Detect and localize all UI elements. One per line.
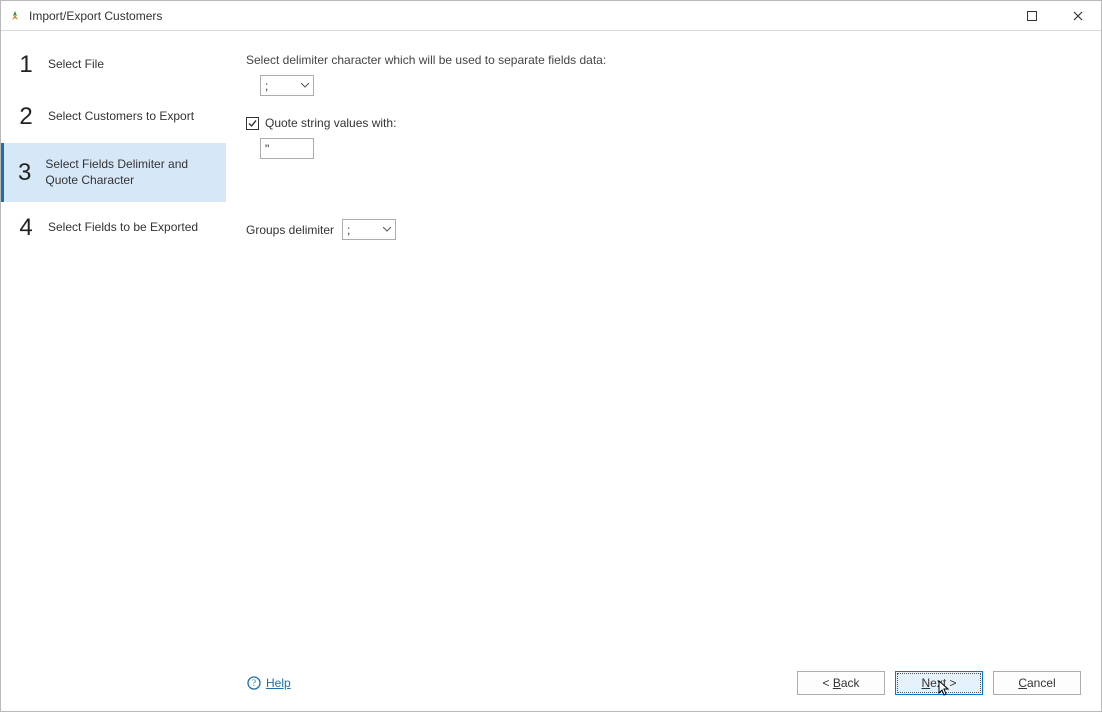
- chevron-down-icon: [378, 220, 395, 239]
- quote-checkbox-label: Quote string values with:: [265, 116, 396, 130]
- delimiter-combobox[interactable]: ;: [260, 75, 314, 96]
- window-title: Import/Export Customers: [29, 9, 162, 23]
- titlebar: Import/Export Customers: [1, 1, 1101, 31]
- step-number: 2: [18, 105, 34, 129]
- groups-delimiter-label: Groups delimiter: [246, 223, 334, 237]
- wizard-step-2[interactable]: 2 Select Customers to Export: [1, 91, 226, 143]
- back-button[interactable]: < Back: [797, 671, 885, 695]
- step-label: Select Fields to be Exported: [48, 220, 198, 236]
- groups-delimiter-value: ;: [347, 223, 378, 237]
- quote-checkbox[interactable]: [246, 117, 259, 130]
- help-icon: ?: [246, 675, 262, 691]
- groups-delimiter-combobox[interactable]: ;: [342, 219, 396, 240]
- content-area: 1 Select File 2 Select Customers to Expo…: [1, 31, 1101, 711]
- svg-text:?: ?: [252, 678, 256, 688]
- app-icon: [7, 8, 23, 24]
- step-label: Select Fields Delimiter and Quote Charac…: [45, 157, 214, 188]
- wizard-steps-sidebar: 1 Select File 2 Select Customers to Expo…: [1, 31, 226, 711]
- delimiter-instruction: Select delimiter character which will be…: [246, 53, 1081, 67]
- main-panel: Select delimiter character which will be…: [226, 31, 1101, 711]
- wizard-step-4[interactable]: 4 Select Fields to be Exported: [1, 202, 226, 254]
- help-label: Help: [266, 676, 291, 690]
- quote-value: ": [265, 142, 269, 156]
- footer: ? Help < Back Next > Cancel: [226, 671, 1101, 695]
- step-number: 1: [18, 53, 34, 77]
- next-button[interactable]: Next >: [895, 671, 983, 695]
- maximize-button[interactable]: [1009, 1, 1055, 31]
- help-link[interactable]: ? Help: [246, 675, 291, 691]
- quote-character-input[interactable]: ": [260, 138, 314, 159]
- wizard-step-3[interactable]: 3 Select Fields Delimiter and Quote Char…: [1, 143, 226, 202]
- step-number: 4: [18, 216, 34, 240]
- delimiter-value: ;: [265, 79, 296, 93]
- cancel-button[interactable]: Cancel: [993, 671, 1081, 695]
- step-label: Select Customers to Export: [48, 109, 194, 125]
- wizard-step-1[interactable]: 1 Select File: [1, 39, 226, 91]
- chevron-down-icon: [296, 76, 313, 95]
- step-number: 3: [18, 161, 31, 185]
- step-label: Select File: [48, 57, 104, 73]
- close-button[interactable]: [1055, 1, 1101, 31]
